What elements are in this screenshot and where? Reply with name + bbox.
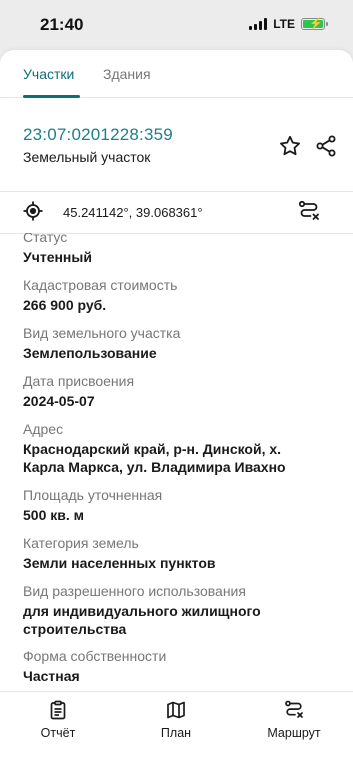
field-value: Землепользование (23, 345, 157, 361)
active-tab-indicator (23, 95, 80, 98)
build-route-button[interactable] (298, 200, 320, 222)
signal-icon (249, 18, 268, 30)
field-label: Вид разрешенного использования (23, 583, 246, 599)
status-time: 21:40 (40, 15, 84, 34)
field-value: Земли населенных пунктов (23, 555, 216, 571)
route-icon (298, 200, 319, 220)
parcel-sheet: Участки Здания 23:07:0201228:359 Земельн… (0, 50, 353, 767)
crosshair-icon (23, 201, 43, 221)
field-value-line: Краснодарский край, р-н. Динской, х. (23, 441, 282, 457)
field-land-category: Категория земель Земли населенных пункто… (23, 534, 333, 572)
star-icon (280, 135, 300, 156)
field-label: Категория земель (23, 535, 139, 551)
nav-report-button[interactable]: Отчёт (13, 700, 103, 740)
nav-label: План (160, 726, 192, 740)
nav-label: Маршрут (267, 726, 321, 740)
cadastral-number[interactable]: 23:07:0201228:359 (23, 125, 173, 145)
field-value: Учтенный (23, 249, 92, 265)
field-value-line: для индивидуального жилищного (23, 603, 261, 619)
field-permitted-use: Вид разрешенного использования для индив… (23, 582, 333, 638)
field-label: Адрес (23, 421, 64, 437)
nav-label: Отчёт (40, 726, 76, 740)
field-status: Статус Учтенный (23, 233, 333, 266)
field-ownership: Форма собственности Частная (23, 647, 333, 685)
field-value: 2024-05-07 (23, 393, 95, 409)
locate-button[interactable] (23, 201, 43, 221)
tab-buildings[interactable]: Здания (103, 66, 151, 82)
share-icon (316, 135, 336, 157)
field-label: Дата присвоения (23, 373, 135, 389)
battery-icon: ⚡ (301, 18, 328, 30)
favorite-button[interactable] (278, 134, 302, 158)
field-label: Кадастровая стоимость (23, 277, 178, 293)
field-area: Площадь уточненная 500 кв. м (23, 486, 333, 524)
nav-route-button[interactable]: Маршрут (249, 700, 339, 740)
field-value-line: строительства (23, 621, 127, 637)
field-label: Статус (23, 233, 68, 245)
coordinates-row: 45.241142°, 39.068361° (0, 191, 353, 233)
bottom-nav: Отчёт План Маршрут (0, 691, 353, 767)
tab-parcels[interactable]: Участки (23, 66, 74, 82)
field-value: 266 900 руб. (23, 297, 107, 313)
nav-plan-button[interactable]: План (131, 700, 221, 740)
field-label: Форма собственности (23, 648, 167, 664)
field-address: Адрес Краснодарский край, р-н. Динской, … (23, 420, 333, 476)
field-label: Площадь уточненная (23, 487, 163, 503)
network-type: LTE (273, 17, 295, 31)
coordinates-text[interactable]: 45.241142°, 39.068361° (63, 205, 203, 220)
route-icon (285, 700, 303, 718)
field-value-line: Карла Маркса, ул. Владимира Ивахно (23, 459, 286, 475)
field-cadastral-value: Кадастровая стоимость 266 900 руб. (23, 276, 333, 314)
share-button[interactable] (314, 134, 338, 158)
status-bar: 21:40 LTE ⚡ (0, 0, 353, 50)
map-icon (167, 701, 185, 719)
tab-bar: Участки Здания (0, 50, 353, 98)
field-parcel-kind: Вид земельного участка Землепользование (23, 324, 333, 362)
field-label: Вид земельного участка (23, 325, 181, 341)
parcel-type: Земельный участок (23, 149, 151, 165)
field-assignment-date: Дата присвоения 2024-05-07 (23, 372, 333, 410)
report-icon (50, 700, 66, 720)
field-value: 500 кв. м (23, 507, 84, 523)
status-indicators: LTE ⚡ (249, 17, 328, 31)
field-value: Частная (23, 668, 80, 684)
parcel-details: Статус Учтенный Кадастровая стоимость 26… (0, 233, 353, 691)
